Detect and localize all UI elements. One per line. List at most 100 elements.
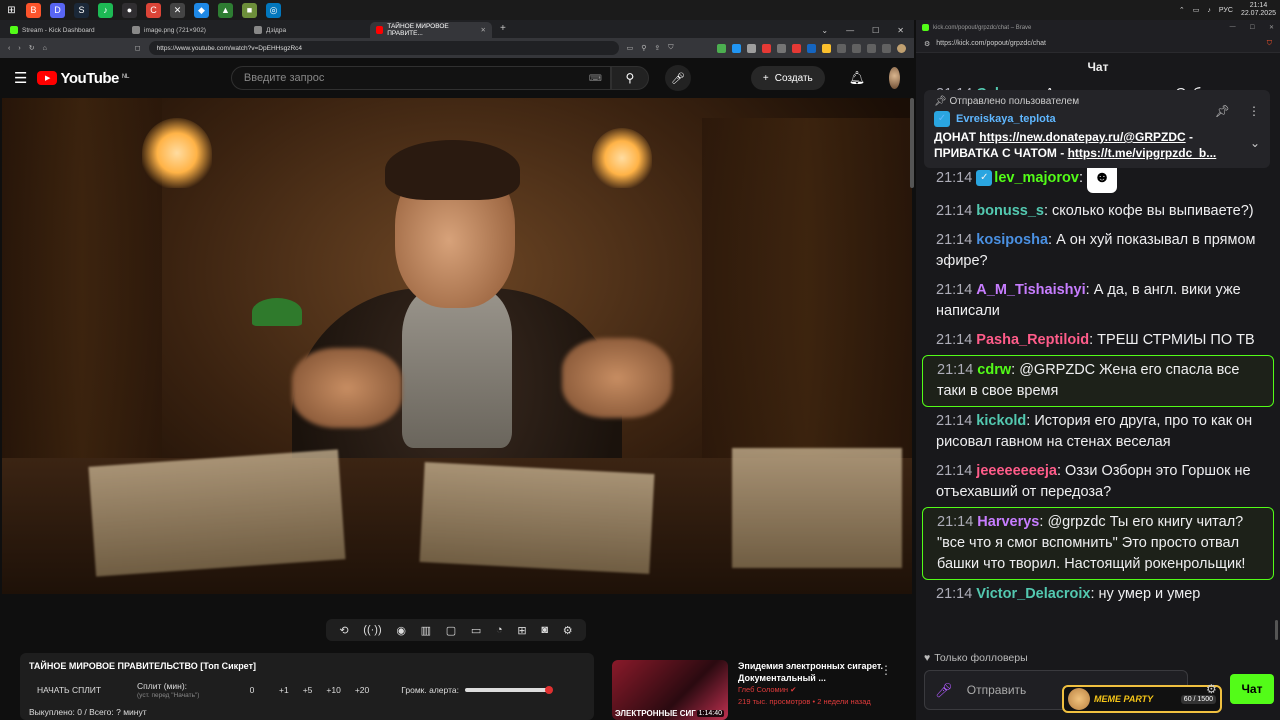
url-input[interactable]: https://www.youtube.com/watch?v=DpEHHsgz… — [148, 41, 619, 55]
message-username[interactable]: kickold — [976, 413, 1026, 429]
search-input[interactable]: Введите запрос ⌨ — [230, 66, 611, 90]
message-username[interactable]: Pasha_Reptiloid — [976, 332, 1089, 348]
gear-icon[interactable]: ⚙ — [563, 624, 573, 637]
page-scrollbar[interactable] — [910, 98, 914, 188]
speed-icon[interactable]: ◔ — [496, 624, 503, 636]
extension-icon[interactable] — [732, 43, 741, 53]
increment-10-button[interactable]: +10 — [326, 685, 340, 695]
avatar[interactable] — [889, 67, 900, 89]
chat-scrollbar[interactable] — [1275, 620, 1278, 640]
steam-icon[interactable]: S — [74, 2, 89, 18]
brave-shield-icon[interactable]: ⛉ — [1267, 40, 1272, 48]
chevron-down-icon[interactable]: ⌄ — [1250, 136, 1260, 150]
extension-icon[interactable] — [792, 43, 801, 53]
extension-icon[interactable] — [867, 43, 876, 53]
gear-icon[interactable]: ⚙ — [1206, 682, 1217, 696]
slider-handle[interactable] — [544, 686, 553, 694]
increment-1-button[interactable]: +1 — [279, 685, 289, 695]
bookmark-icon[interactable]: ◻ — [135, 44, 141, 52]
extension-icon[interactable] — [777, 43, 786, 53]
tab-kick-dashboard[interactable]: Stream - Kick Dashboard — [4, 22, 126, 38]
message-username[interactable]: Victor_Delacroix — [976, 586, 1090, 602]
chevron-up-icon[interactable]: ⌃ — [1179, 6, 1185, 14]
extension-icon[interactable] — [852, 43, 861, 53]
broadcast-icon[interactable]: ((·)) — [363, 624, 381, 636]
extension-icon[interactable] — [837, 43, 846, 53]
loop-icon[interactable]: ⟲ — [339, 624, 348, 637]
app-globe-icon[interactable]: ◎ — [266, 2, 281, 18]
telegram-link[interactable]: https://t.me/vipgrpzdc_b... — [1068, 146, 1217, 160]
chrome-icon[interactable]: C — [146, 2, 161, 18]
recommended-channel[interactable]: Глеб Соломин ✔ — [738, 684, 912, 696]
extension-icon[interactable] — [897, 43, 906, 53]
volume-icon[interactable]: ♪ — [1207, 7, 1211, 14]
split-value[interactable]: 0 — [233, 685, 271, 695]
maximize-icon[interactable]: ☐ — [872, 26, 879, 35]
frame-icon[interactable]: ▢ — [446, 624, 456, 637]
zoom-icon[interactable]: ⚲ — [641, 44, 646, 52]
app-minecraft-icon[interactable]: ■ — [242, 2, 257, 18]
network-icon[interactable]: ▭ — [1193, 6, 1200, 14]
extension-icon[interactable] — [762, 43, 771, 53]
message-username[interactable]: lev_majorov — [994, 170, 1079, 186]
tab-dzidra[interactable]: Дзідра — [248, 22, 370, 38]
message-username[interactable]: Harverys — [977, 514, 1039, 530]
brave-icon[interactable]: B — [26, 2, 41, 18]
more-options-icon[interactable]: ⋮ — [880, 663, 892, 677]
app-green-icon[interactable]: ▲ — [218, 2, 233, 18]
increment-5-button[interactable]: +5 — [303, 685, 313, 695]
more-options-icon[interactable]: ⋮ — [1248, 104, 1260, 118]
tab-youtube-video[interactable]: ТАЙНОЕ МИРОВОЕ ПРАВИТЕ... ✕ — [370, 22, 492, 38]
youtube-logo[interactable]: ▶ YouTube NL — [37, 70, 129, 87]
voice-search-button[interactable]: 🎤︎ — [664, 65, 691, 91]
keyboard-icon[interactable]: ⌨ — [589, 73, 602, 84]
donate-link[interactable]: https://new.donatepay.ru/@GRPZDC — [979, 130, 1185, 144]
message-username[interactable]: kosiposha — [976, 232, 1048, 248]
pinned-user[interactable]: ✓ Evreiskaya_teplota — [934, 111, 1260, 127]
filmstrip-icon[interactable]: ▥ — [421, 624, 431, 637]
chevron-down-icon[interactable]: ⌄ — [821, 26, 828, 35]
app-blue-icon[interactable]: ◆ — [194, 2, 209, 18]
windows-start-icon[interactable]: ⊞ — [4, 3, 19, 18]
mic-icon[interactable]: 🎤︎ — [935, 682, 953, 699]
video-player[interactable] — [2, 98, 912, 594]
reload-icon[interactable]: ↻ — [29, 44, 35, 52]
chat-url[interactable]: https://kick.com/popout/grpzdc/chat — [936, 40, 1046, 47]
pip-icon[interactable]: ⊞ — [517, 624, 526, 637]
clock[interactable]: 21:14 22.07.2025 — [1241, 2, 1276, 18]
close-icon[interactable]: ✕ — [897, 26, 904, 35]
new-tab-button[interactable]: + — [492, 23, 514, 38]
tab-image[interactable]: image.png (721×902) — [126, 22, 248, 38]
camera-icon[interactable]: ◙ — [541, 624, 548, 636]
extension-icon[interactable] — [717, 43, 726, 53]
discord-icon[interactable]: D — [50, 2, 65, 18]
send-chat-button[interactable]: Чат — [1230, 674, 1274, 704]
message-username[interactable]: bonuss_s — [976, 203, 1044, 219]
extension-icon[interactable] — [747, 43, 756, 53]
alert-volume-slider[interactable] — [464, 686, 553, 694]
close-icon[interactable]: ✕ — [1269, 24, 1274, 31]
eye-icon[interactable]: ◉ — [396, 624, 406, 637]
cast-icon[interactable]: ▭ — [627, 44, 634, 52]
close-tab-icon[interactable]: ✕ — [481, 26, 486, 34]
language-indicator[interactable]: РУС — [1219, 7, 1233, 14]
theater-icon[interactable]: ▭ — [471, 624, 481, 637]
increment-20-button[interactable]: +20 — [355, 685, 369, 695]
shield-icon[interactable]: ⛉ — [668, 44, 673, 52]
search-button[interactable]: ⚲ — [610, 66, 649, 90]
recommended-video[interactable]: ЭЛЕКТРОННЫЕ СИГ 1:14:40 Эпидемия электро… — [612, 660, 912, 720]
recommended-thumbnail[interactable]: ЭЛЕКТРОННЫЕ СИГ 1:14:40 — [612, 660, 728, 720]
spotify-icon[interactable]: ♪ — [98, 2, 113, 18]
menu-icon[interactable]: ☰ — [14, 69, 27, 87]
create-button[interactable]: + Создать — [750, 66, 825, 90]
bell-icon[interactable]: 🔔︎ — [849, 70, 866, 86]
back-icon[interactable]: ‹ — [8, 45, 10, 52]
message-username[interactable]: jeeeeeeeeja — [976, 463, 1057, 479]
site-info-icon[interactable]: ⚙ — [924, 40, 930, 48]
minimize-icon[interactable]: — — [1230, 24, 1236, 31]
pinned-message[interactable]: 📌︎ Отправлено пользователем ✓ Evreiskaya_… — [924, 90, 1270, 168]
maximize-icon[interactable]: ☐ — [1250, 24, 1255, 31]
minimize-icon[interactable]: — — [846, 26, 854, 35]
app-x-icon[interactable]: ✕ — [170, 2, 185, 18]
start-split-button[interactable]: НАЧАТЬ СПЛИТ — [29, 685, 137, 695]
